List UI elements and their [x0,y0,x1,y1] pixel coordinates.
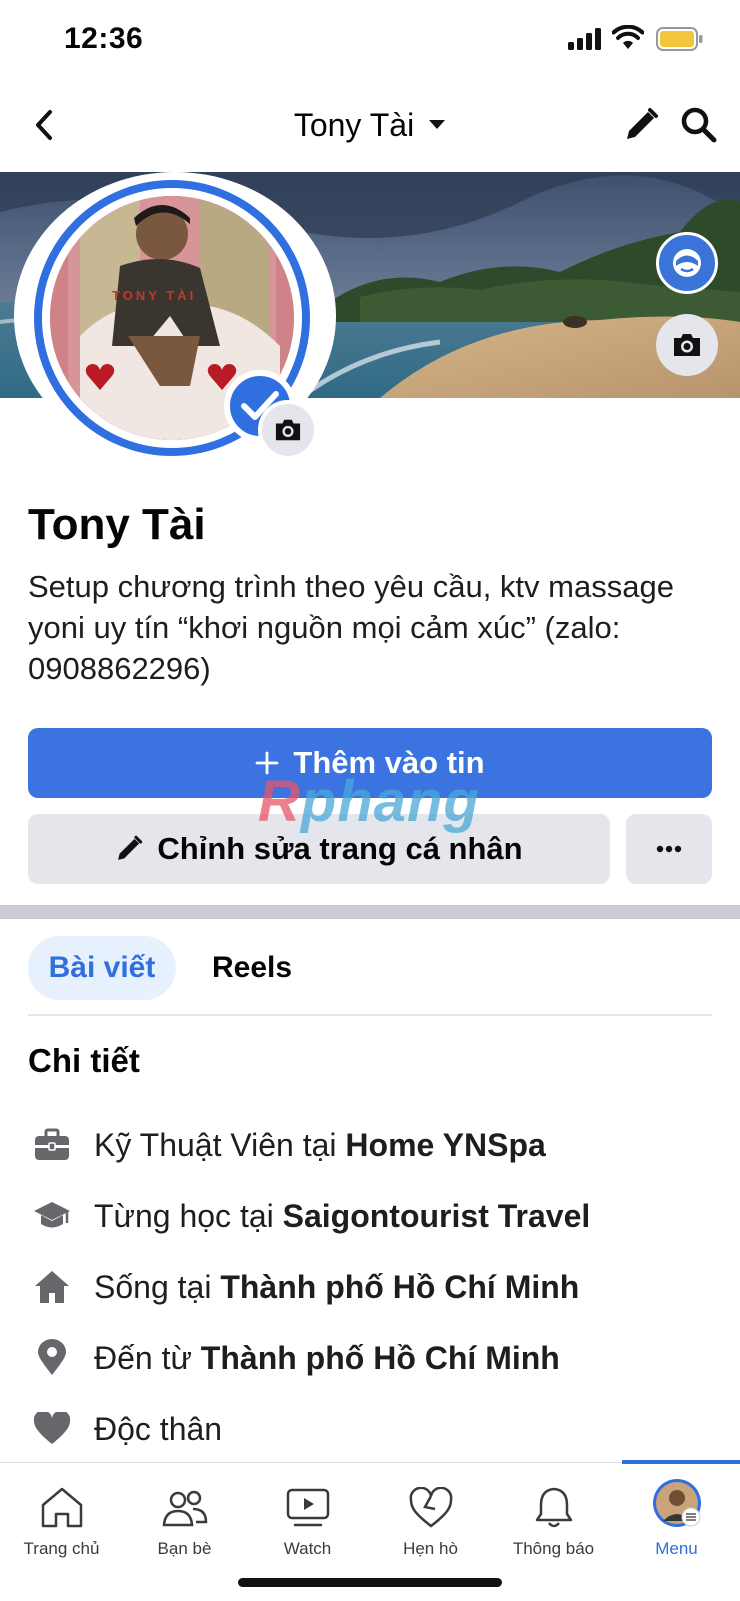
detail-work-text: Kỹ Thuật Viên tại Home YNSpa [94,1126,546,1163]
house-icon [30,1265,74,1309]
profile-photo-text: TONY TÀI [112,288,197,303]
avatar-sticker-button[interactable] [656,232,718,294]
detail-relationship: Độc thân [30,1404,720,1454]
detail-from: Đến từ Thành phố Hồ Chí Minh [30,1333,720,1383]
chevron-left-icon [36,110,52,140]
bell-icon [533,1479,575,1529]
nav-friends-label: Bạn bè [157,1539,212,1558]
home-icon [39,1479,85,1529]
edit-cover-photo-button[interactable] [656,314,718,376]
pencil-icon [627,108,658,139]
search-icon [681,107,717,143]
plus-icon [255,751,279,775]
edit-profile-picture-button[interactable] [258,400,318,460]
wifi-icon [611,24,645,56]
profile-name: Tony Tài [28,500,206,549]
nav-watch[interactable]: Watch [246,1463,369,1573]
nav-friends[interactable]: Bạn bè [123,1463,246,1573]
add-to-story-button[interactable]: Thêm vào tin [28,728,712,798]
tab-posts[interactable]: Bài viết [28,936,176,1000]
nav-home-label: Trang chủ [23,1539,100,1558]
menu-avatar-icon [651,1479,703,1529]
nav-notifications-label: Thông báo [512,1539,595,1558]
status-time: 12:36 [64,22,144,55]
tab-reels[interactable]: Reels [196,936,308,1000]
detail-from-text: Đến từ Thành phố Hồ Chí Minh [94,1339,560,1376]
detail-education-text: Từng học tại Saigontourist Travel [94,1197,591,1234]
pencil-icon [118,835,143,860]
edit-button[interactable] [618,102,664,148]
detail-relationship-text: Độc thân [94,1410,223,1447]
tabs-divider [28,1014,712,1016]
nav-active-indicator [622,1460,740,1464]
battery-icon [656,27,704,56]
nav-watch-label: Watch [283,1539,332,1558]
edit-profile-label: Chỉnh sửa trang cá nhân [157,831,523,866]
search-button[interactable] [676,102,722,148]
edit-profile-button[interactable]: Chỉnh sửa trang cá nhân [28,814,610,884]
friends-icon [161,1479,209,1529]
detail-lives-in: Sống tại Thành phố Hồ Chí Minh [30,1262,720,1312]
nav-title: Tony Tài [293,106,415,143]
watch-icon [285,1479,331,1529]
graduation-cap-icon [30,1194,74,1238]
dating-heart-icon [408,1479,454,1529]
location-pin-icon [30,1336,74,1380]
nav-notifications[interactable]: Thông báo [492,1463,615,1573]
caret-down-icon [429,120,446,129]
nav-menu[interactable]: Menu [615,1463,738,1573]
profile-bio: Setup chương trình theo yêu cầu, ktv mas… [28,569,674,686]
back-button[interactable] [24,100,64,150]
heart-icon [30,1407,74,1451]
detail-work: Kỹ Thuật Viên tại Home YNSpa [30,1120,720,1170]
more-options-button[interactable] [626,814,712,884]
more-dots-icon [656,845,682,853]
section-divider [0,905,740,919]
nav-dating[interactable]: Hẹn hò [369,1463,492,1573]
details-heading: Chi tiết [28,1042,140,1079]
nav-dating-label: Hẹn hò [403,1539,458,1558]
profile-switcher[interactable]: Tony Tài [294,107,446,144]
add-to-story-label: Thêm vào tin [293,745,485,780]
camera-icon [275,419,301,441]
nav-home[interactable]: Trang chủ [0,1463,123,1573]
nav-menu-label: Menu [655,1539,698,1558]
cellular-signal-icon [568,28,602,55]
detail-lives-in-text: Sống tại Thành phố Hồ Chí Minh [94,1268,580,1305]
avatar-face-icon [673,249,701,277]
detail-education: Từng học tại Saigontourist Travel [30,1191,720,1241]
briefcase-icon [30,1123,74,1167]
camera-icon [674,334,700,356]
home-indicator [238,1578,502,1587]
